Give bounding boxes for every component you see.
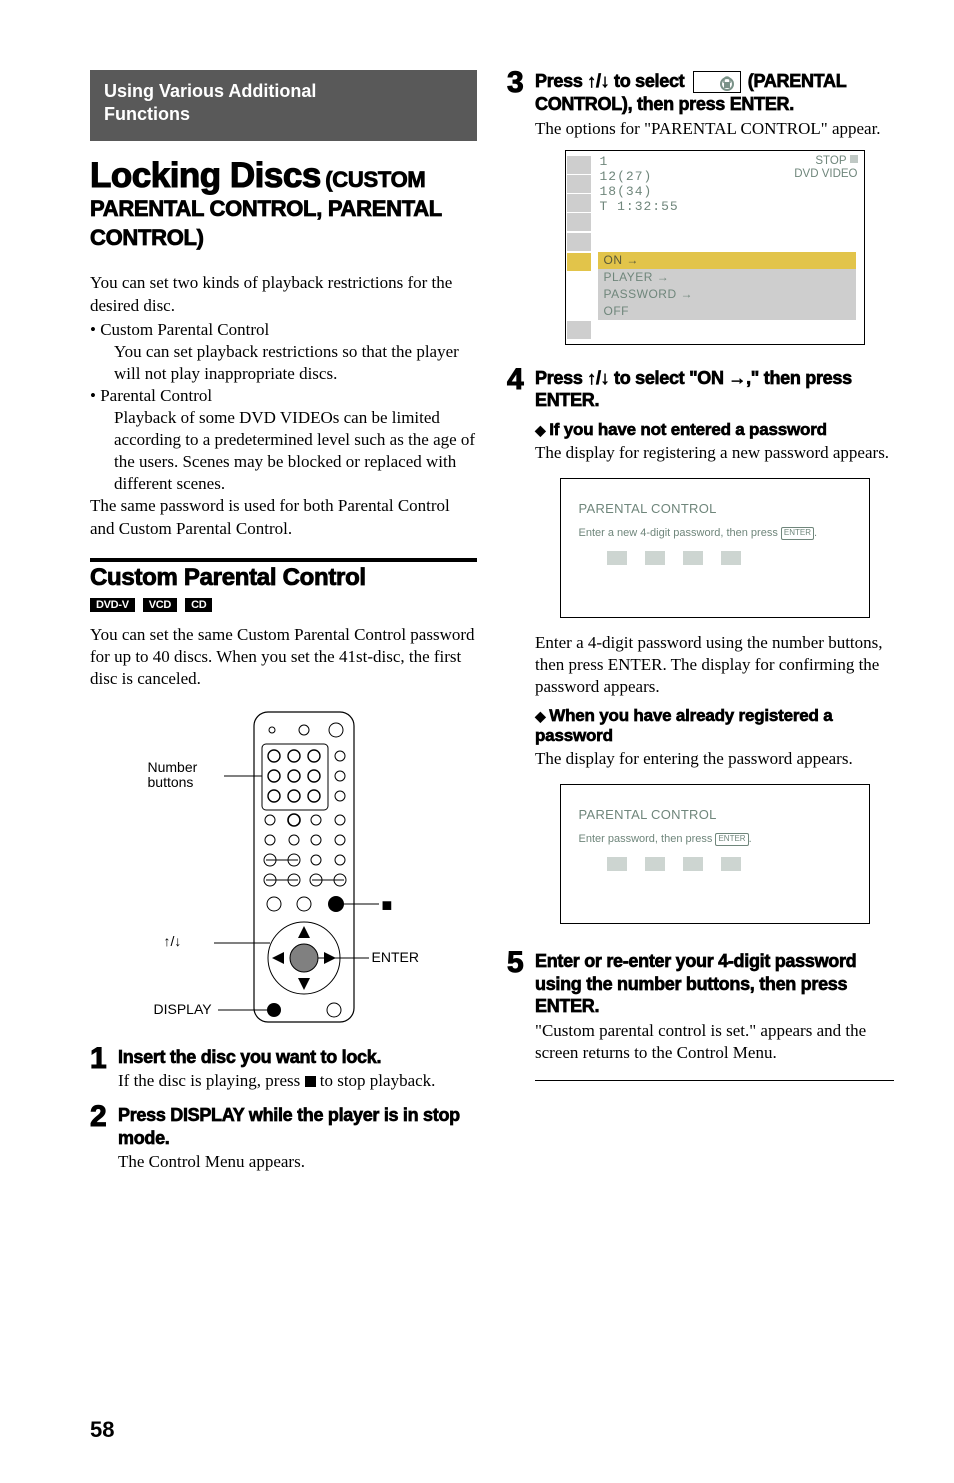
- step-3: 3 Press ↑/↓ to select (PARENTAL CONTROL)…: [507, 70, 894, 355]
- password-panel-new: PARENTAL CONTROL Enter a new 4-digit pas…: [560, 478, 870, 618]
- remote-label-enter: ENTER: [372, 950, 419, 965]
- custom-heading: Custom Parental Control: [90, 564, 477, 592]
- main-title-block: Locking Discs (CUSTOM PARENTAL CONTROL, …: [90, 157, 477, 253]
- step-num-3: 3: [507, 68, 535, 98]
- osd-line3: 18(34): [600, 185, 784, 200]
- step-5: 5 Enter or re-enter your 4-digit passwor…: [507, 950, 894, 1081]
- osd-control-menu: 1 12(27) 18(34) T 1:32:55 STOP DVD VIDEO: [565, 150, 865, 345]
- pw2-title: PARENTAL CONTROL: [579, 807, 851, 822]
- osd-menu-on: ON →: [598, 252, 856, 269]
- intro-text: You can set two kinds of playback restri…: [90, 272, 477, 539]
- intro-p2: The same password is used for both Paren…: [90, 495, 477, 539]
- format-badges: DVD-V VCD CD: [90, 598, 477, 612]
- step-4-head: Press ↑/↓ to select "ON →," then press E…: [535, 367, 894, 412]
- pw1-title: PARENTAL CONTROL: [579, 501, 851, 516]
- step-4-d1-head: If you have not entered a password: [535, 420, 894, 440]
- pw1-digits: [607, 551, 851, 565]
- main-title-sub-inline: (CUSTOM: [325, 167, 425, 192]
- step-2-head: Press DISPLAY while the player is in sto…: [118, 1104, 477, 1149]
- intro-b2-title: Parental Control: [100, 386, 212, 405]
- intro-p1: You can set two kinds of playback restri…: [90, 272, 477, 316]
- badge-dvdv: DVD-V: [90, 598, 135, 612]
- main-title: Locking Discs: [90, 156, 321, 195]
- intro-b1-title: Custom Parental Control: [100, 320, 269, 339]
- osd-status2: DVD VIDEO: [794, 168, 857, 180]
- custom-desc: You can set the same Custom Parental Con…: [90, 624, 477, 690]
- step-1: 1 Insert the disc you want to lock. If t…: [90, 1046, 477, 1093]
- remote-label-arrows: ↑/↓: [164, 934, 182, 949]
- step-1-head: Insert the disc you want to lock.: [118, 1046, 477, 1069]
- intro-b1-desc: You can set playback restrictions so tha…: [102, 341, 477, 385]
- pw2-enter: ENTER: [715, 833, 748, 846]
- main-title-sub2: PARENTAL CONTROL, PARENTAL: [90, 195, 477, 224]
- step-3-desc: The options for "PARENTAL CONTROL" appea…: [535, 118, 894, 140]
- pw2-text: Enter password, then press ENTER.: [579, 832, 851, 847]
- section-header: Using Various Additional Functions: [90, 70, 477, 141]
- osd-status: STOP DVD VIDEO: [784, 155, 864, 232]
- step-2: 2 Press DISPLAY while the player is in s…: [90, 1104, 477, 1173]
- step-1-desc-a: If the disc is playing, press: [118, 1071, 305, 1090]
- osd-menu-password: PASSWORD →: [598, 286, 856, 303]
- step-3-head: Press ↑/↓ to select (PARENTAL CONTROL), …: [535, 70, 894, 116]
- stop-icon: [305, 1076, 316, 1087]
- section-title-l1: Using Various Additional: [104, 81, 316, 101]
- remote-label-stop: ■: [382, 896, 393, 916]
- step-3-head-a: Press ↑/↓ to select: [535, 71, 689, 91]
- stop-indicator-icon: [850, 155, 858, 163]
- step-4-mid: Enter a 4-digit password using the numbe…: [535, 632, 894, 698]
- badge-vcd: VCD: [143, 598, 177, 612]
- step-4-d2-desc: The display for entering the password ap…: [535, 748, 894, 770]
- pw1-dot: .: [814, 527, 817, 539]
- step-4: 4 Press ↑/↓ to select "ON →," then press…: [507, 367, 894, 938]
- remote-svg: [154, 708, 414, 1028]
- intro-bullet-1: Custom Parental Control You can set play…: [90, 319, 477, 385]
- step-2-desc: The Control Menu appears.: [118, 1151, 477, 1173]
- step-1-desc-b: to stop playback.: [316, 1071, 436, 1090]
- page-number: 58: [90, 1417, 114, 1443]
- osd-icon-col: [566, 155, 592, 232]
- pw1-enter: ENTER: [781, 527, 814, 540]
- osd-menu-off: OFF: [598, 303, 856, 320]
- step-4-d1-desc: The display for registering a new passwo…: [535, 442, 894, 464]
- badge-cd: CD: [185, 598, 212, 612]
- end-rule: [535, 1080, 894, 1081]
- remote-figure: Number buttons ↑/↓ DISPLAY ■ ENTER: [90, 708, 477, 1028]
- osd-menu-player: PLAYER →: [598, 269, 856, 286]
- step-5-head: Enter or re-enter your 4-digit password …: [535, 950, 894, 1018]
- pw2-digits: [607, 857, 851, 871]
- intro-bullet-2: Parental Control Playback of some DVD VI…: [90, 385, 477, 495]
- parental-lock-icon: [693, 71, 741, 93]
- osd-status1: STOP: [815, 155, 846, 167]
- step-num-1: 1: [90, 1044, 118, 1074]
- remote-label-number: Number buttons: [148, 760, 228, 791]
- step-1-desc: If the disc is playing, press to stop pl…: [118, 1070, 477, 1092]
- osd-line2: 12(27): [600, 170, 784, 185]
- osd-line1: 1: [600, 155, 784, 170]
- remote-label-display: DISPLAY: [154, 1002, 212, 1017]
- step-4-d2-head: When you have already registered a passw…: [535, 706, 894, 746]
- step-num-4: 4: [507, 365, 535, 395]
- divider: [90, 558, 477, 562]
- osd-line4: T 1:32:55: [600, 200, 784, 215]
- intro-b2-desc: Playback of some DVD VIDEOs can be limit…: [102, 407, 477, 495]
- password-panel-enter: PARENTAL CONTROL Enter password, then pr…: [560, 784, 870, 924]
- section-title-l2: Functions: [104, 104, 190, 124]
- step-num-2: 2: [90, 1102, 118, 1132]
- osd-info: 1 12(27) 18(34) T 1:32:55: [592, 155, 784, 232]
- step-5-desc: "Custom parental control is set." appear…: [535, 1020, 894, 1064]
- pw2-dot: .: [749, 833, 752, 845]
- step-num-5: 5: [507, 948, 535, 978]
- main-title-sub3: CONTROL): [90, 224, 477, 253]
- pw1-text-a: Enter a new 4-digit password, then press: [579, 527, 781, 539]
- pw2-text-a: Enter password, then press: [579, 833, 716, 845]
- pw1-text: Enter a new 4-digit password, then press…: [579, 526, 851, 541]
